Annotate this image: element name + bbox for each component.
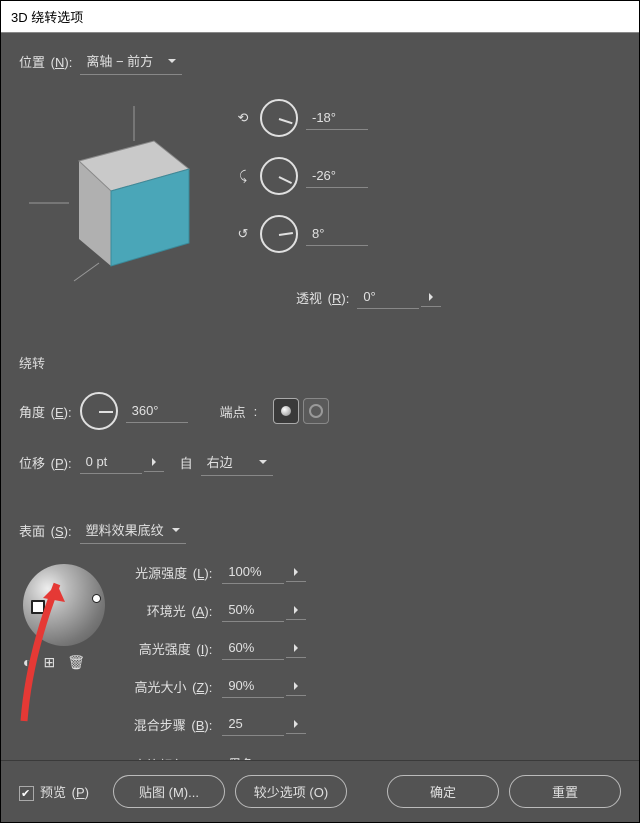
chevron-right-icon bbox=[429, 293, 433, 301]
chevron-right-icon bbox=[294, 606, 298, 614]
light-preview-wrap: ◐ ⊞ 🗑 bbox=[19, 560, 109, 671]
endpoint-label: 端点 bbox=[220, 402, 246, 421]
cap-hollow-icon bbox=[309, 404, 323, 418]
shading-color-select[interactable]: 黑色 bbox=[222, 750, 306, 760]
highlight-intensity-value[interactable]: 60% bbox=[222, 636, 284, 660]
reset-button[interactable]: 重置 bbox=[509, 775, 621, 808]
perspective-value[interactable]: 0° bbox=[357, 285, 419, 309]
offset-label: 位移 (P): bbox=[19, 453, 72, 472]
preview-checkbox[interactable]: 预览 (P) bbox=[19, 782, 89, 801]
rotation-z-dial[interactable] bbox=[260, 215, 298, 253]
rotate-z-icon: ↺ bbox=[234, 227, 252, 241]
chevron-down-icon bbox=[259, 460, 267, 464]
orientation-preview: ⟲ -18° ⤹ -26° ↺ 8° bbox=[19, 91, 621, 309]
dialog-body: 位置 (N): 离轴 − 前方 bbox=[1, 33, 639, 760]
light-move-back-button[interactable]: ◐ bbox=[23, 654, 31, 671]
rotation-z-value[interactable]: 8° bbox=[306, 222, 368, 246]
blend-steps-stepper[interactable] bbox=[286, 715, 306, 734]
offset-from-select[interactable]: 右边 bbox=[201, 448, 273, 476]
highlight-intensity-stepper[interactable] bbox=[286, 639, 306, 658]
perspective-row: 透视 (R): 0° bbox=[296, 285, 441, 309]
blend-steps-label: 混合步骤 (B): bbox=[133, 715, 212, 734]
rotation-y-dial[interactable] bbox=[260, 157, 298, 195]
chevron-right-icon bbox=[294, 682, 298, 690]
rotate-x-icon: ⟲ bbox=[234, 111, 252, 125]
highlight-size-label: 高光大小 (Z): bbox=[133, 677, 212, 696]
rotation-x-row: ⟲ -18° bbox=[234, 99, 441, 137]
perspective-stepper[interactable] bbox=[421, 288, 441, 307]
dialog-footer: 预览 (P) 贴图 (M)... 较少选项 (O) 确定 重置 bbox=[1, 760, 639, 822]
rotate-y-icon: ⤹ bbox=[234, 169, 252, 183]
angle-label: 角度 (E): bbox=[19, 402, 72, 421]
cap-off-button[interactable] bbox=[303, 398, 329, 424]
position-label: 位置 (N): bbox=[19, 52, 72, 71]
rotation-controls: ⟲ -18° ⤹ -26° ↺ 8° bbox=[234, 99, 441, 309]
title-bar[interactable]: 3D 绕转选项 bbox=[1, 1, 639, 33]
chevron-right-icon bbox=[152, 458, 156, 466]
highlight-size-stepper[interactable] bbox=[286, 677, 306, 696]
position-select[interactable]: 离轴 − 前方 bbox=[80, 47, 182, 75]
ok-button[interactable]: 确定 bbox=[387, 775, 499, 808]
surface-label: 表面 (S): bbox=[19, 521, 72, 540]
angle-row: 角度 (E): 360° 端点: bbox=[19, 392, 621, 430]
highlight-size-value[interactable]: 90% bbox=[222, 674, 284, 698]
offset-stepper[interactable] bbox=[144, 453, 164, 472]
rotation-y-row: ⤹ -26° bbox=[234, 157, 441, 195]
cap-on-button[interactable] bbox=[273, 398, 299, 424]
perspective-label: 透视 (R): bbox=[296, 288, 349, 307]
chevron-down-icon bbox=[172, 528, 180, 532]
chevron-right-icon bbox=[294, 568, 298, 576]
rotation-x-value[interactable]: -18° bbox=[306, 106, 368, 130]
light-buttons: ◐ ⊞ 🗑 bbox=[23, 654, 109, 671]
fewer-options-button[interactable]: 较少选项 (O) bbox=[235, 775, 347, 808]
endpoint-toggle bbox=[273, 398, 329, 424]
offset-value[interactable]: 0 pt bbox=[80, 450, 142, 474]
angle-value[interactable]: 360° bbox=[126, 399, 188, 423]
ambient-value[interactable]: 50% bbox=[222, 598, 284, 622]
title-text: 3D 绕转选项 bbox=[11, 10, 83, 25]
ambient-label: 环境光 (A): bbox=[133, 601, 212, 620]
revolve-title: 绕转 bbox=[19, 353, 621, 372]
new-light-button[interactable]: ⊞ bbox=[43, 654, 55, 671]
offset-from-label: 自 bbox=[180, 453, 193, 472]
cap-solid-icon bbox=[281, 406, 291, 416]
surface-select[interactable]: 塑料效果底纹 bbox=[80, 516, 186, 544]
light-preview[interactable] bbox=[23, 564, 105, 646]
light-handle-secondary[interactable] bbox=[92, 594, 101, 603]
highlight-intensity-label: 高光强度 (I): bbox=[133, 639, 212, 658]
offset-row: 位移 (P): 0 pt 自 右边 bbox=[19, 448, 621, 476]
light-intensity-label: 光源强度 (L): bbox=[133, 563, 212, 582]
map-art-button[interactable]: 贴图 (M)... bbox=[113, 775, 225, 808]
light-handle-main[interactable] bbox=[31, 600, 45, 614]
surface-row: 表面 (S): 塑料效果底纹 bbox=[19, 516, 621, 544]
position-row: 位置 (N): 离轴 − 前方 bbox=[19, 47, 621, 75]
rotation-x-dial[interactable] bbox=[260, 99, 298, 137]
chevron-right-icon bbox=[294, 644, 298, 652]
rotation-y-value[interactable]: -26° bbox=[306, 164, 368, 188]
checkbox-icon bbox=[19, 786, 34, 801]
light-intensity-value[interactable]: 100% bbox=[222, 560, 284, 584]
chevron-down-icon bbox=[168, 59, 176, 63]
blend-steps-value[interactable]: 25 bbox=[222, 712, 284, 736]
angle-dial[interactable] bbox=[80, 392, 118, 430]
rotation-z-row: ↺ 8° bbox=[234, 215, 441, 253]
dialog-3d-revolve: 3D 绕转选项 位置 (N): 离轴 − 前方 bbox=[0, 0, 640, 823]
delete-light-button[interactable]: 🗑 bbox=[67, 654, 85, 671]
shading-area: ◐ ⊞ 🗑 光源强度 (L): 100% 环境光 (A): 50% 高光强度 (… bbox=[19, 560, 621, 760]
light-intensity-stepper[interactable] bbox=[286, 563, 306, 582]
light-params: 光源强度 (L): 100% 环境光 (A): 50% 高光强度 (I): 60… bbox=[133, 560, 306, 760]
cube-widget[interactable] bbox=[19, 91, 214, 291]
ambient-stepper[interactable] bbox=[286, 601, 306, 620]
chevron-right-icon bbox=[294, 720, 298, 728]
